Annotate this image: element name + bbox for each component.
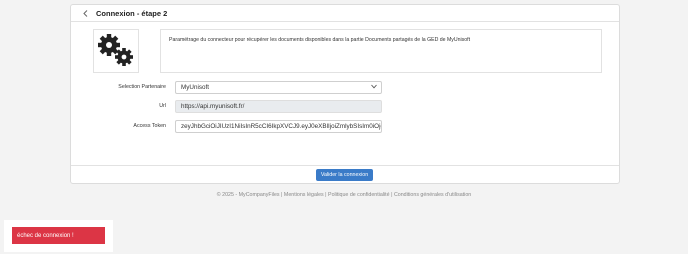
connector-logo (93, 29, 139, 73)
chevron-down-icon (371, 84, 377, 91)
toast-container: échec de connexion ! (4, 220, 113, 252)
page-title: Connexion - étape 2 (96, 8, 168, 18)
chevron-left-icon (82, 9, 87, 17)
footer-separator: | (281, 192, 283, 198)
token-row: Access Token zeyJhbGciOiJIUzI1NiIsInR5cC… (71, 120, 621, 133)
url-label: Url (159, 103, 166, 109)
terms-link[interactable]: Conditions générales d'utilisation (394, 192, 471, 198)
connection-card: Connexion - étape 2 Paramétrage du conne… (70, 4, 620, 184)
back-button[interactable] (80, 7, 90, 19)
partner-value: MyUnisoft (181, 84, 209, 91)
footer-separator: | (325, 192, 327, 198)
error-toast[interactable]: échec de connexion ! (12, 227, 105, 244)
privacy-link[interactable]: Politique de confidentialité (328, 192, 390, 198)
token-label: Access Token (133, 123, 166, 129)
connector-description: Paramétrage du connecteur pour récupérer… (160, 29, 602, 73)
footer-separator: | (391, 192, 393, 198)
url-row: Url https://api.myunisoft.fr/ (71, 100, 621, 113)
card-header: Connexion - étape 2 (71, 5, 619, 22)
partner-select[interactable]: MyUnisoft (175, 81, 382, 94)
validate-connection-button[interactable]: Valider la connexion (316, 169, 373, 181)
partner-row: Selection Partenaire MyUnisoft (71, 81, 621, 94)
legal-link[interactable]: Mentions légales (284, 192, 324, 198)
url-field[interactable]: https://api.myunisoft.fr/ (175, 100, 382, 113)
card-footer-divider (71, 165, 619, 166)
access-token-input[interactable]: zeyJhbGciOiJIUzI1NiIsInR5cCI6IkpXVCJ9.ey… (175, 120, 382, 133)
gears-icon (98, 34, 133, 66)
partner-label: Selection Partenaire (118, 84, 166, 90)
page-footer: © 2025 - MyCompanyFiles | Mentions légal… (0, 192, 688, 198)
copyright-text: © 2025 - MyCompanyFiles (216, 192, 280, 198)
